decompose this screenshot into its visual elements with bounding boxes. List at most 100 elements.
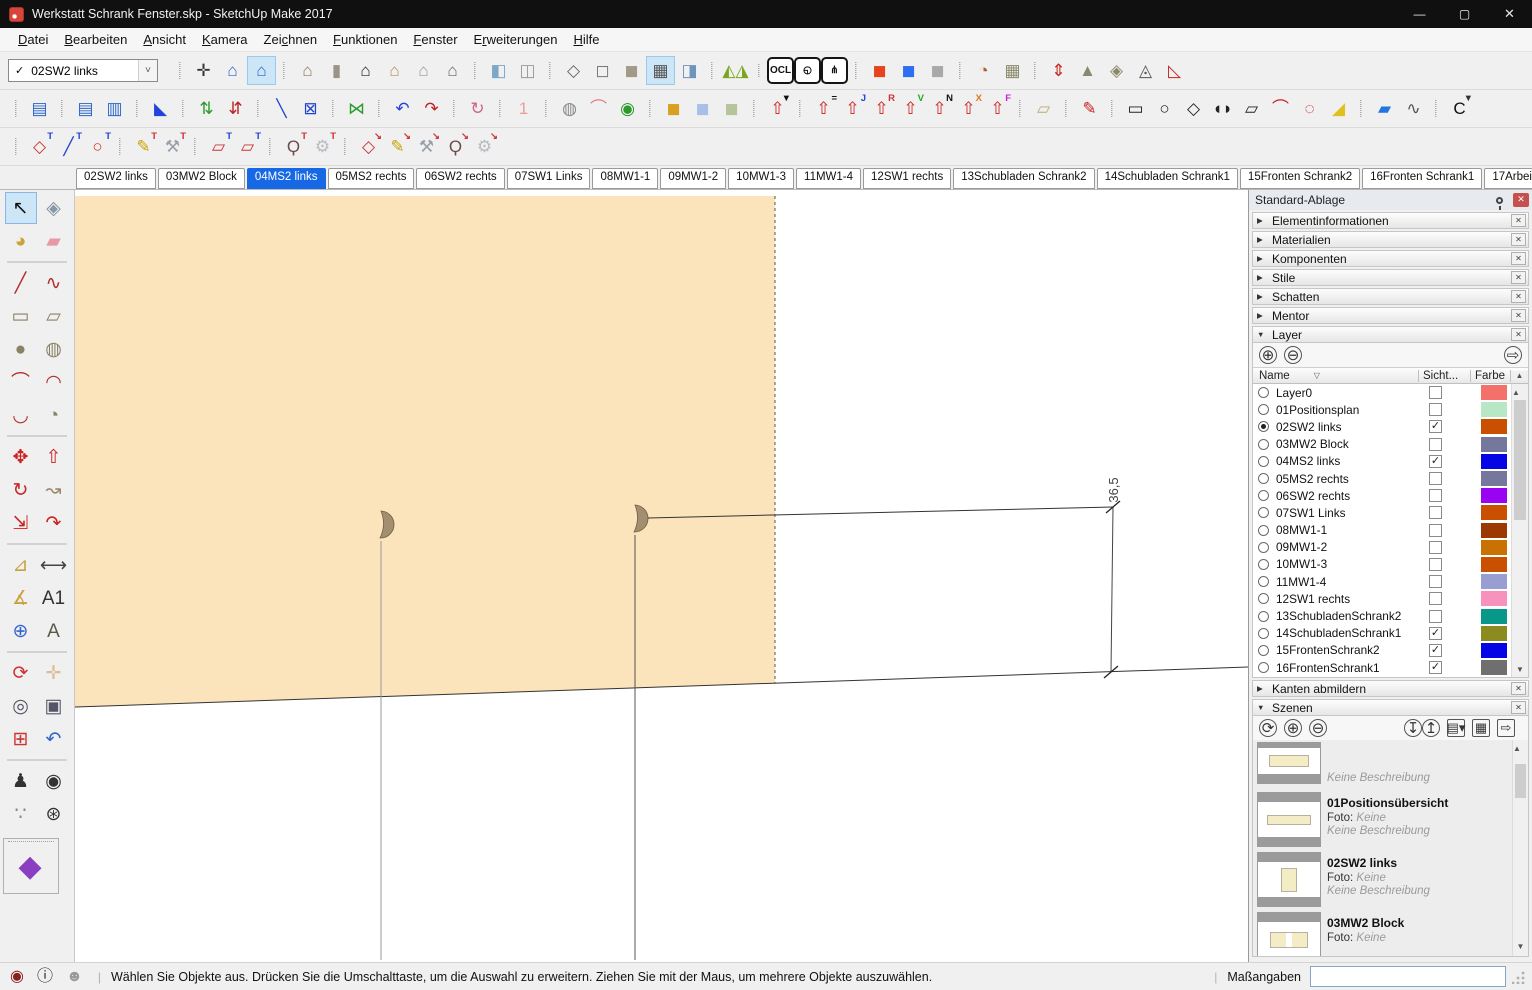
close-section-icon[interactable]: ✕	[1511, 271, 1526, 284]
layer-color-swatch[interactable]	[1481, 454, 1507, 469]
menu-funktionen[interactable]: Funktionen	[325, 29, 405, 50]
layer-color-swatch[interactable]	[1481, 437, 1507, 452]
layer-color-swatch[interactable]	[1481, 626, 1507, 641]
layer-row[interactable]: 12SW1 rechts	[1253, 590, 1511, 607]
xray-style-icon[interactable]: ◧	[484, 56, 513, 85]
layer-row[interactable]: 13SchubladenSchrank2	[1253, 607, 1511, 624]
scene-tab[interactable]: 15Fronten Schrank2	[1240, 168, 1360, 189]
move-tool-icon[interactable]: ✥	[5, 441, 37, 473]
scene-tab[interactable]: 05MS2 rechts	[328, 168, 415, 189]
freehand-tool-icon[interactable]: ∿	[38, 267, 70, 299]
layer-row[interactable]: 10MW1-3	[1253, 556, 1511, 573]
scene-tab[interactable]: 10MW1-3	[728, 168, 794, 189]
scene-tab[interactable]: 14Schubladen Schrank1	[1097, 168, 1238, 189]
scene-list-item[interactable]: 03MW2 Block Foto: Keine	[1257, 912, 1510, 956]
arrows-up-down-icon[interactable]: ⇅	[192, 94, 221, 123]
zoom-tool-icon[interactable]: ◎	[5, 690, 37, 722]
two-point-arc-tool-icon[interactable]: ⌒	[5, 366, 37, 398]
section-layer[interactable]: ▼ Layer ✕	[1252, 326, 1529, 343]
rotate-tool-icon[interactable]: ↻	[5, 474, 37, 506]
pie-arc-tool-icon[interactable]: ◠	[38, 366, 70, 398]
scene-tab[interactable]: 12SW1 rechts	[863, 168, 951, 189]
layer-radio[interactable]	[1258, 645, 1269, 656]
layer-row[interactable]: 15FrontenSchrank2	[1253, 642, 1511, 659]
sandbox-from-contours-icon[interactable]: ◔	[969, 56, 998, 85]
layer-row[interactable]: 08MW1-1	[1253, 522, 1511, 539]
cube-orange-icon[interactable]: ◼	[659, 94, 688, 123]
wireframe-style-icon[interactable]: ◇	[559, 56, 588, 85]
three-point-arc-tool-icon[interactable]: ◡	[5, 399, 37, 431]
redo-icon[interactable]: ↷	[417, 94, 446, 123]
scene-tab[interactable]: 16Fronten Schrank1	[1362, 168, 1482, 189]
section-elementinformationen[interactable]: ▶ Elementinformationen ✕	[1252, 212, 1529, 229]
layer-row[interactable]: 16FrontenSchrank1	[1253, 659, 1511, 676]
three-d-text-tool-icon[interactable]: A	[38, 615, 70, 647]
tape-measure-tool-icon[interactable]: ⊿	[5, 549, 37, 581]
scene-tab[interactable]: 03MW2 Block	[158, 168, 245, 189]
layer-visible-checkbox[interactable]	[1429, 592, 1442, 605]
parallelogram-on-face-icon[interactable]: ▱	[1237, 94, 1266, 123]
push-v-icon[interactable]: ⇧V	[896, 94, 925, 123]
scale-tool-icon[interactable]: ⇲	[5, 507, 37, 539]
polygon-tool-icon[interactable]: ◍	[38, 333, 70, 365]
menu-erweiterungen[interactable]: Erweiterungen	[466, 29, 566, 50]
scene-tab[interactable]: 08MW1-1	[592, 168, 658, 189]
dimension-tool-icon[interactable]: ⟷	[38, 549, 70, 581]
view-outline-icon[interactable]: ⌂	[409, 56, 438, 85]
shaded-style-icon[interactable]: ◼	[617, 56, 646, 85]
close-section-icon[interactable]: ✕	[1511, 682, 1526, 695]
scene-tab[interactable]: 13Schubladen Schrank2	[953, 168, 1094, 189]
label-wrench-icon[interactable]: ⚒T	[158, 132, 187, 161]
scene-refresh-icon[interactable]: ⟳	[1259, 719, 1277, 737]
menu-hilfe[interactable]: Hilfe	[565, 29, 607, 50]
layer-visible-checkbox[interactable]	[1429, 455, 1442, 468]
close-section-icon[interactable]: ✕	[1511, 290, 1526, 303]
view-iso-blue-icon[interactable]: ⌂	[247, 56, 276, 85]
push-plain-icon[interactable]: ⇧▼	[763, 94, 792, 123]
layer-radio[interactable]	[1258, 611, 1269, 622]
layer-page-2-icon[interactable]: ▤	[71, 94, 100, 123]
close-section-icon[interactable]: ✕	[1511, 309, 1526, 322]
rectangle-tool-icon[interactable]: ▭	[5, 300, 37, 332]
protractor-tool-icon[interactable]: ∡	[5, 582, 37, 614]
arc-on-face-icon[interactable]: ⌒	[1266, 94, 1295, 123]
label-pencil-icon[interactable]: ✎T	[129, 132, 158, 161]
standard-views-icon[interactable]: ✛	[189, 56, 218, 85]
bowtie-icon[interactable]: ⋈	[342, 94, 371, 123]
layer-color-swatch[interactable]	[1481, 643, 1507, 658]
label-arrow-wrench-icon[interactable]: ⚒↘	[412, 132, 441, 161]
ellipse-on-face-icon[interactable]: ◖◗	[1208, 94, 1237, 123]
close-section-icon[interactable]: ✕	[1511, 328, 1526, 341]
layer-visible-checkbox[interactable]	[1429, 644, 1442, 657]
push-r-icon[interactable]: ⇧R	[867, 94, 896, 123]
layer-color-swatch[interactable]	[1481, 660, 1507, 675]
monochrome-style-icon[interactable]: ◨	[675, 56, 704, 85]
scene-add-icon[interactable]: ⊕	[1284, 719, 1302, 737]
layer-row[interactable]: 11MW1-4	[1253, 573, 1511, 590]
layer-color-swatch[interactable]	[1481, 591, 1507, 606]
close-button[interactable]: ✕	[1487, 0, 1532, 28]
back-edges-style-icon[interactable]: ◫	[513, 56, 542, 85]
section-materialien[interactable]: ▶ Materialien ✕	[1252, 231, 1529, 248]
label-line-icon[interactable]: ╱T	[54, 132, 83, 161]
section-schatten[interactable]: ▶ Schatten ✕	[1252, 288, 1529, 305]
squiggle-icon[interactable]: ∿	[1399, 94, 1428, 123]
layer-color-swatch[interactable]	[1481, 402, 1507, 417]
layer-radio[interactable]	[1258, 439, 1269, 450]
section-komponenten[interactable]: ▶ Komponenten ✕	[1252, 250, 1529, 267]
menu-kamera[interactable]: Kamera	[194, 29, 256, 50]
close-section-icon[interactable]: ✕	[1511, 233, 1526, 246]
rotated-rectangle-tool-icon[interactable]: ▱	[38, 300, 70, 332]
polygon-on-face-icon[interactable]: ◇	[1179, 94, 1208, 123]
layer-radio[interactable]	[1258, 387, 1269, 398]
layer-visible-checkbox[interactable]	[1429, 541, 1442, 554]
tray-close-icon[interactable]: ✕	[1513, 193, 1529, 207]
follow-me-tool-icon[interactable]: ↝	[38, 474, 70, 506]
push-equal-icon[interactable]: ⇧=	[809, 94, 838, 123]
label-circle-icon[interactable]: ○T	[83, 132, 112, 161]
zoom-window-tool-icon[interactable]: ▣	[38, 690, 70, 722]
credits-status-icon[interactable]: ⓘ	[37, 969, 53, 985]
layer-visible-checkbox[interactable]	[1429, 610, 1442, 623]
close-section-icon[interactable]: ✕	[1511, 214, 1526, 227]
scroll-up-icon[interactable]: ▲	[1511, 371, 1528, 380]
